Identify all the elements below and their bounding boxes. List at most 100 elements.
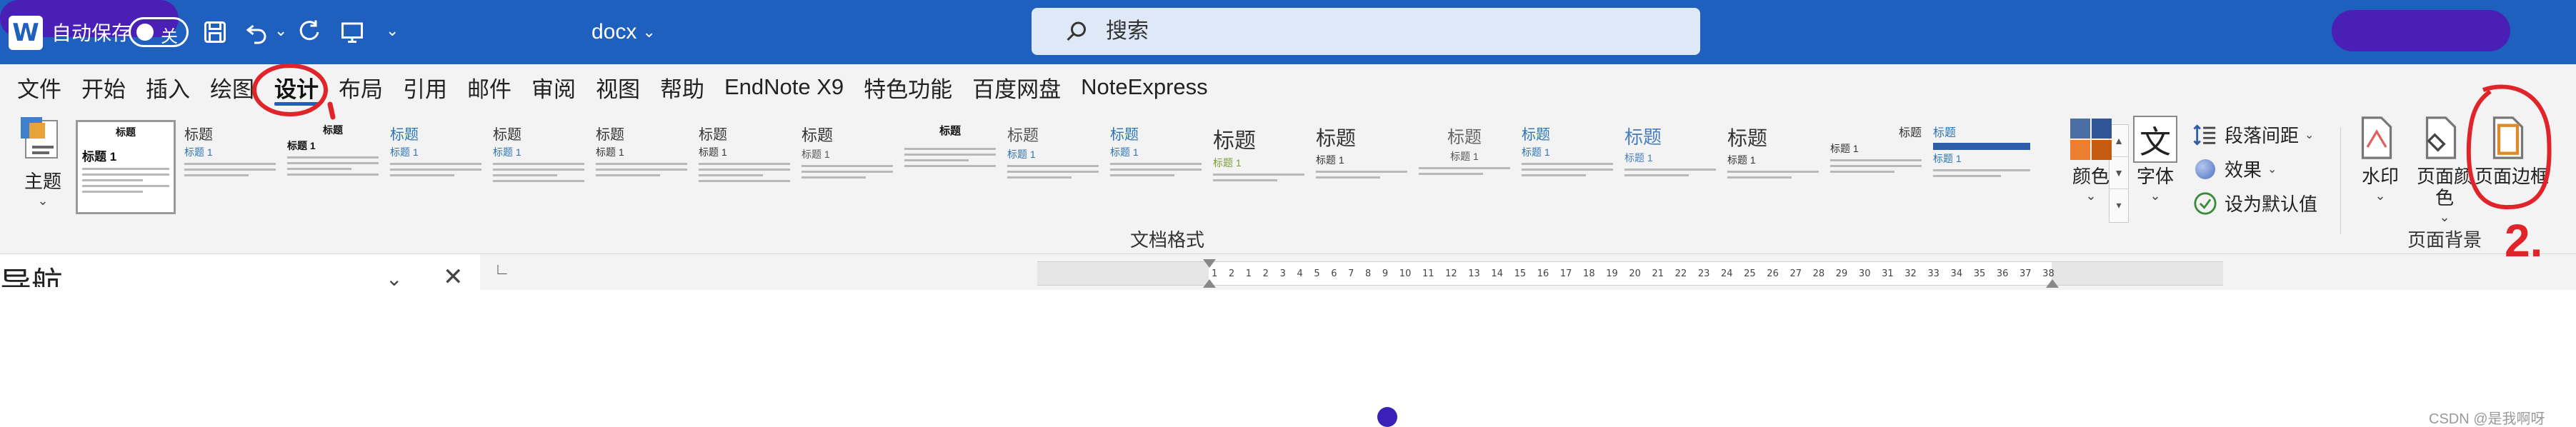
touch-mode-button[interactable]	[334, 14, 370, 50]
ruler-tick-label: 12	[1445, 268, 1457, 279]
paragraph-spacing-icon	[2193, 123, 2217, 147]
first-line-indent-marker[interactable]	[1203, 259, 1216, 268]
customize-toolbar-chevron[interactable]: ⌄	[386, 21, 399, 40]
style-set-thumbnail[interactable]: 标题 标题 1	[797, 120, 897, 214]
thumb-heading: 标题 1	[1213, 157, 1242, 169]
search-box[interactable]	[1032, 8, 1700, 55]
save-button[interactable]	[197, 14, 233, 50]
thumb-title: 标题	[116, 126, 136, 138]
style-set-thumbnail[interactable]: 标题 标题 1	[591, 120, 692, 214]
ruler-tick-label: 5	[1314, 268, 1320, 279]
ruler-tick-label: 14	[1491, 268, 1503, 279]
style-set-thumbnail[interactable]: 标题 标题 1	[1003, 120, 1103, 214]
tab-insert[interactable]: 插入	[136, 64, 200, 110]
tab-file[interactable]: 文件	[7, 64, 71, 110]
page-borders-button[interactable]: 页面边框	[2472, 116, 2552, 187]
ruler-strip: ∟ 1 2 1 2 3 4 5 6 7 8 9 10 11 12 13 14 15 16 17 18 19 20 21 22 2…	[480, 254, 2576, 290]
horizontal-ruler[interactable]: 1 2 1 2 3 4 5 6 7 8 9 10 11 12 13 14 15 16 17 18 19 20 21 22 23 2…	[1037, 259, 2223, 288]
close-icon[interactable]: ✕	[443, 263, 464, 291]
tab-help[interactable]: 帮助	[650, 64, 714, 110]
page-color-button[interactable]: 页面颜色 ⌄	[2409, 116, 2480, 225]
tab-mailings[interactable]: 邮件	[457, 64, 521, 110]
paragraph-spacing-button[interactable]: 段落间距 ⌄	[2193, 121, 2314, 148]
chevron-down-icon[interactable]: ⌄	[386, 267, 402, 291]
right-indent-marker[interactable]	[2046, 279, 2059, 288]
ruler-tick-label: 19	[1606, 268, 1618, 279]
autosave-toggle[interactable]: 关	[129, 17, 189, 47]
tab-stop-selector-icon[interactable]: ∟	[494, 260, 510, 278]
set-as-default-button[interactable]: 设为默认值	[2193, 190, 2317, 216]
thumb-heading: 标题 1	[493, 146, 521, 158]
chevron-down-icon: ⌄	[2150, 189, 2161, 203]
thumb-title: 标题	[1447, 128, 1482, 147]
tab-references[interactable]: 引用	[393, 64, 457, 110]
tab-design[interactable]: 设计	[264, 64, 329, 110]
style-set-thumbnail[interactable]: 标题 标题 1	[1312, 120, 1412, 214]
thumb-heading: 标题 1	[82, 150, 117, 164]
filename-text: docx	[591, 20, 637, 44]
title-bar: W 自动保存 关 ⌄ ⌄ docx ⌄	[0, 0, 2576, 64]
style-set-thumbnail[interactable]: 标题 标题 1	[1414, 120, 1514, 214]
thumb-heading: 标题 1	[1727, 154, 1756, 166]
thumb-title: 标题	[1933, 127, 1957, 139]
thumb-heading: 标题 1	[1933, 153, 1962, 164]
style-set-thumbnail[interactable]: 标题 标题 1	[180, 120, 280, 214]
tab-noteexpress[interactable]: NoteExpress	[1071, 64, 1217, 110]
search-input[interactable]	[1106, 19, 1649, 44]
tab-home[interactable]: 开始	[71, 64, 136, 110]
style-set-thumbnail[interactable]: 标题 标题 1	[1929, 120, 2035, 214]
tab-special-features[interactable]: 特色功能	[854, 64, 962, 110]
ruler-tick-label: 11	[1422, 268, 1434, 279]
undo-dropdown-chevron[interactable]: ⌄	[274, 21, 287, 40]
document-filename[interactable]: docx ⌄	[591, 16, 656, 49]
present-icon	[341, 22, 363, 43]
thumb-heading: 标题 1	[1450, 151, 1479, 162]
redo-button[interactable]	[291, 14, 327, 50]
word-app-icon[interactable]: W	[9, 16, 43, 50]
effects-button[interactable]: 效果 ⌄	[2193, 156, 2277, 182]
ruler-tick-label: 4	[1297, 268, 1303, 279]
undo-button[interactable]	[239, 14, 274, 50]
chevron-down-icon: ⌄	[2267, 163, 2277, 176]
style-set-thumbnail[interactable]: 标题 标题 1	[1517, 120, 1617, 214]
chevron-down-icon: ⌄	[2439, 210, 2450, 224]
watermark-button[interactable]: 水印 ⌄	[2353, 116, 2407, 204]
tab-endnote[interactable]: EndNote X9	[714, 64, 854, 110]
ruler-right-margin	[2052, 262, 2223, 285]
tab-draw[interactable]: 绘图	[200, 64, 264, 110]
thumb-heading: 标题 1	[1316, 154, 1344, 166]
design-ribbon: 主题 ⌄ 标题 标题 1 标题 标题 1 标题 标题 1 标题 标题 1 标题 …	[0, 110, 2576, 254]
style-set-thumbnail[interactable]: 标题 标题 1	[489, 120, 589, 214]
user-account-redaction[interactable]	[2332, 10, 2510, 51]
style-set-thumbnail[interactable]: 标题 标题 1	[386, 120, 486, 214]
colors-button[interactable]: 颜色 ⌄	[2069, 116, 2113, 204]
thumb-title: 标题	[184, 127, 213, 143]
ruler-tick-label: 36	[1996, 268, 2009, 279]
thumb-title: 标题	[802, 126, 834, 144]
tab-baidu-netdisk[interactable]: 百度网盘	[962, 64, 1071, 110]
style-set-thumbnail[interactable]: 标题 标题 1	[1826, 120, 1926, 214]
ruler-marks: 1 2 1 2 3 4 5 6 7 8 9 10 11 12 13 14 15 16 17 18 19 20 21 22 23 2…	[1212, 265, 2055, 282]
ruler-tick-label: 32	[1904, 268, 1917, 279]
save-icon	[204, 21, 226, 43]
left-indent-marker[interactable]	[1203, 279, 1216, 288]
style-set-thumbnail[interactable]: 标题 标题 1	[694, 120, 794, 214]
autosave-label: 自动保存	[51, 22, 132, 44]
themes-button[interactable]: 主题 ⌄	[10, 117, 76, 217]
redo-icon	[299, 20, 319, 41]
chevron-down-icon: ⌄	[642, 23, 656, 41]
style-set-thumbnail[interactable]: 标题 标题 1	[1723, 120, 1823, 214]
style-set-thumbnail[interactable]: 标题	[900, 120, 1000, 214]
navigation-title: 导航	[0, 266, 63, 287]
thumb-title: 标题	[1624, 126, 1662, 148]
fonts-button[interactable]: 文 字体 ⌄	[2133, 116, 2177, 204]
style-set-thumbnail[interactable]: 标题 标题 1	[76, 120, 176, 214]
tab-layout[interactable]: 布局	[329, 64, 393, 110]
tab-review[interactable]: 审阅	[521, 64, 586, 110]
style-set-thumbnail[interactable]: 标题 标题 1	[1209, 120, 1309, 214]
tab-view[interactable]: 视图	[586, 64, 650, 110]
style-set-thumbnail[interactable]: 标题 标题 1	[283, 120, 383, 214]
style-set-thumbnail[interactable]: 标题 标题 1	[1106, 120, 1206, 214]
ruler-tick-label: 2	[1228, 268, 1235, 279]
style-set-thumbnail[interactable]: 标题 标题 1	[1620, 120, 1720, 214]
